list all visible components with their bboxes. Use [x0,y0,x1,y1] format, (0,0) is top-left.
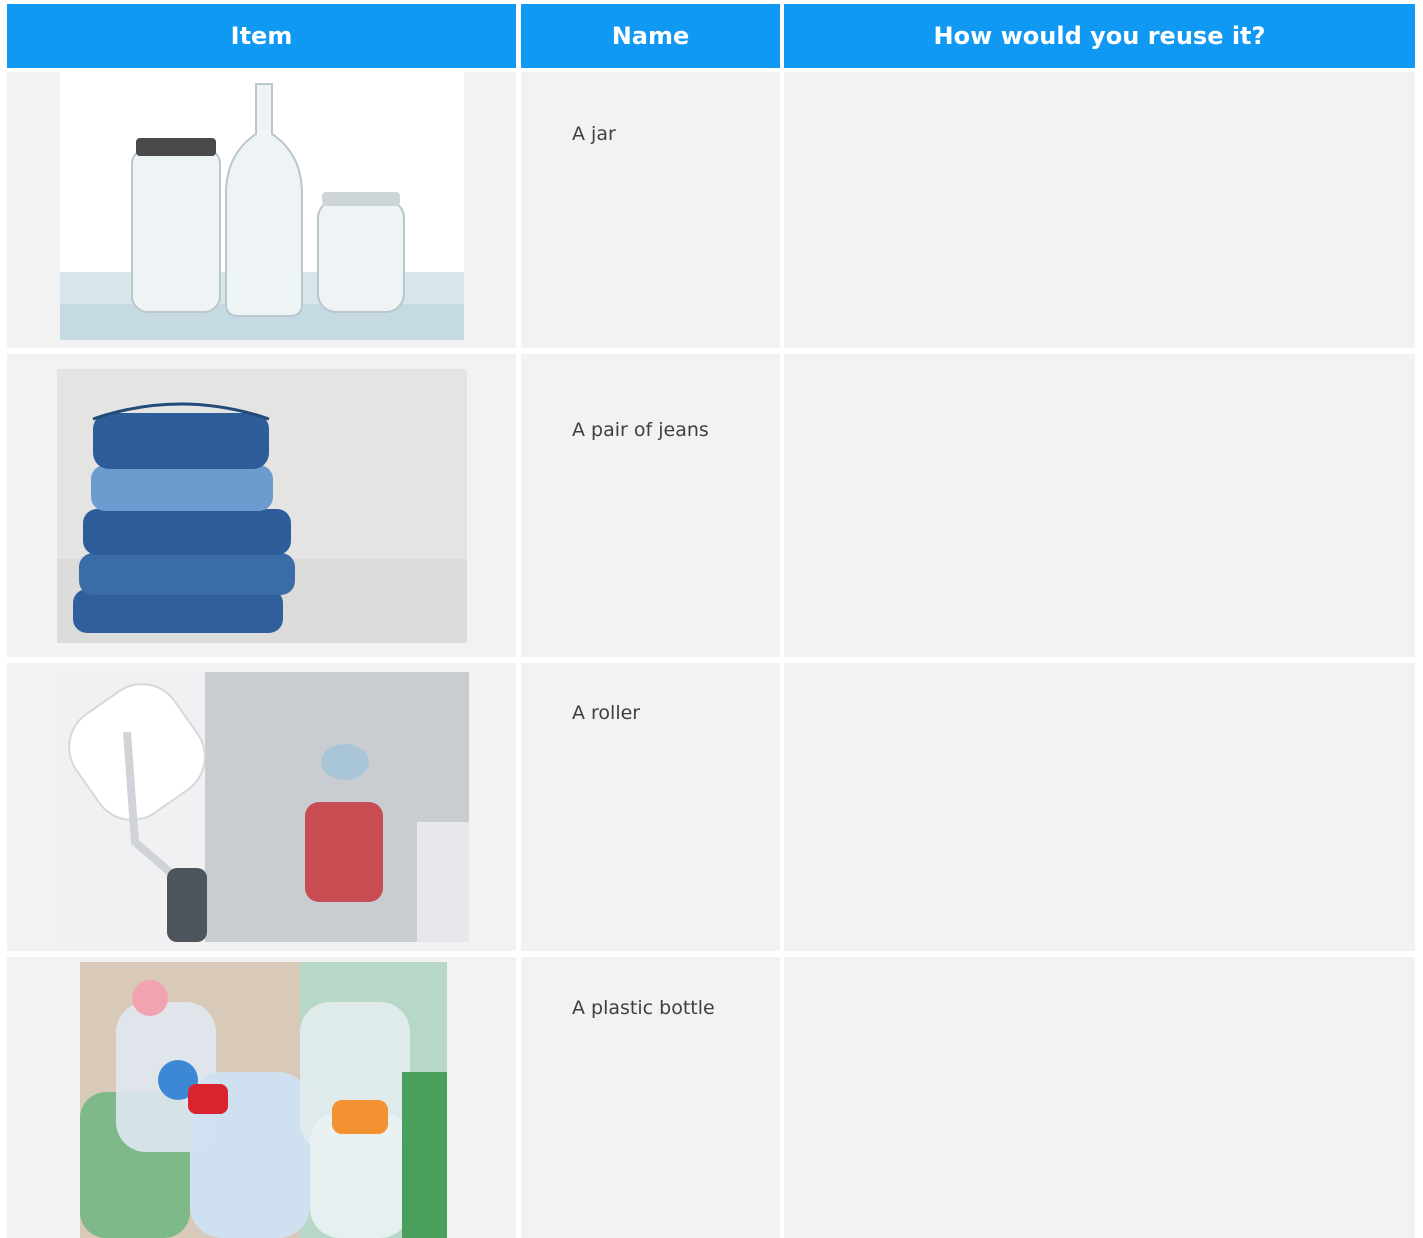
header-item: Item [7,4,516,68]
header-name: Name [521,4,780,68]
table-row-item-cell [7,663,516,951]
table-row-name-cell: A pair of jeans [521,354,780,657]
table-row-item-cell [7,72,516,348]
header-reuse: How would you reuse it? [784,4,1415,68]
item-name: A plastic bottle [572,997,715,1019]
reuse-answer-cell[interactable] [784,663,1415,951]
jars-photo [60,72,464,340]
plastic-bottles-photo [80,962,447,1238]
roller-photo [55,672,469,942]
reuse-table: Item Name How would you reuse it? A jar [0,0,1423,1238]
reuse-answer-cell[interactable] [784,957,1415,1238]
table-row-name-cell: A jar [521,72,780,348]
table-row-item-cell [7,354,516,657]
item-name: A pair of jeans [572,419,709,441]
table-row-name-cell: A roller [521,663,780,951]
table-row-name-cell: A plastic bottle [521,957,780,1238]
jeans-photo [57,369,467,643]
reuse-answer-cell[interactable] [784,72,1415,348]
table-row-item-cell [7,957,516,1238]
item-name: A jar [572,123,616,145]
reuse-answer-cell[interactable] [784,354,1415,657]
item-name: A roller [572,702,641,724]
